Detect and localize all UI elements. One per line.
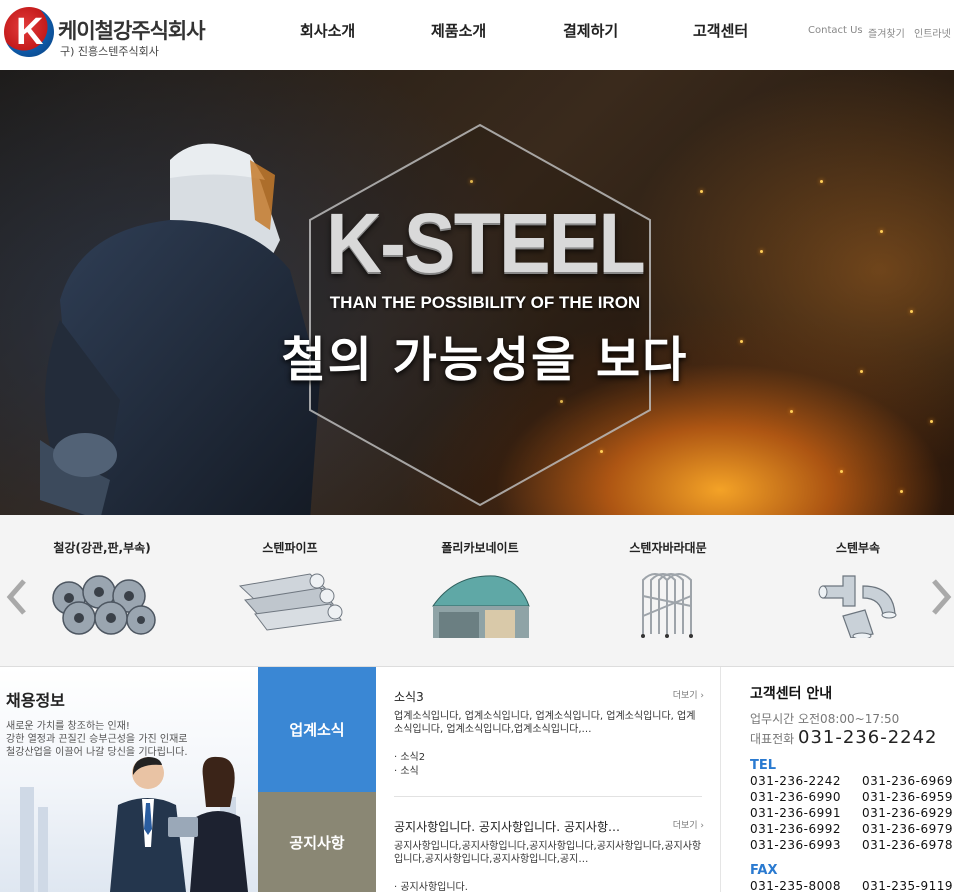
nav-item-products[interactable]: 제품소개 [431, 20, 486, 41]
recruit-panel[interactable]: 채용정보 새로운 가치를 창조하는 인재! 강한 열정과 끈질긴 승부근성을 가… [0, 667, 258, 892]
product-label: 스텐부속 [835, 541, 881, 555]
tel-number: 031-236-6959 [862, 790, 954, 804]
tel-number: 031-236-6929 [862, 806, 954, 820]
product-item-pipe[interactable]: 스텐파이프 [205, 539, 375, 638]
news-list-item[interactable]: · 소식 [394, 762, 419, 777]
tel-number: 031-236-6990 [750, 790, 842, 804]
tel-number: 031-236-6978 [862, 838, 954, 852]
rep-label: 대표전화 [750, 732, 795, 746]
news-tabs: 업계소식 공지사항 [258, 667, 384, 892]
notice-headline[interactable]: 공지사항입니다. 공지사항입니다. 공지사항… [394, 820, 620, 834]
hero-title: K-STEEL [326, 196, 646, 290]
product-item-polycarbonate[interactable]: 폴리카보네이트 [395, 539, 565, 638]
nav-item-company[interactable]: 회사소개 [300, 20, 355, 41]
industry-news-block: 소식3 더보기 › 업계소식입니다, 업계소식입니다, 업계소식입니다, 업계소… [394, 686, 704, 777]
product-item-steel[interactable]: 철강(강관,판,부속) [17, 539, 187, 638]
more-link[interactable]: 더보기 › [673, 818, 704, 831]
news-panel: 소식3 더보기 › 업계소식입니다, 업계소식입니다, 업계소식입니다, 업계소… [376, 667, 720, 892]
fax-number: 031-235-8008 [750, 879, 842, 892]
product-label: 스텐자바라대문 [629, 541, 707, 555]
product-item-fittings[interactable]: 스텐부속 [773, 539, 943, 638]
tel-number: 031-236-6993 [750, 838, 842, 852]
tel-heading: TEL [750, 758, 777, 773]
company-logo[interactable]: K 케이철강주식회사 구) 진흥스텐주식회사 [4, 5, 224, 61]
cs-title: 고객센터 안내 [750, 686, 833, 702]
tel-number: 031-236-6969 [862, 774, 954, 788]
more-link[interactable]: 더보기 › [673, 688, 704, 701]
util-link-intranet[interactable]: 인트라넷 [914, 25, 951, 40]
rep-number: 031-236-2242 [798, 727, 938, 748]
notice-list-item[interactable]: · 공지사항입니다. [394, 878, 468, 892]
tab-industry-news[interactable]: 업계소식 [258, 667, 384, 792]
pipe-fittings-icon [818, 575, 897, 638]
customer-center-panel: 고객센터 안내 업무시간 오전08:00~17:50 대표전화 031-236-… [720, 667, 954, 892]
util-link-contact[interactable]: Contact Us [808, 25, 863, 36]
news-headline[interactable]: 소식3 [394, 690, 424, 704]
fax-heading: FAX [750, 863, 778, 878]
folding-gate-icon [641, 573, 693, 638]
tel-number: 031-236-6992 [750, 822, 842, 836]
site-header: K 케이철강주식회사 구) 진흥스텐주식회사 회사소개 제품소개 결제하기 고객… [0, 0, 954, 70]
business-hours: 업무시간 오전08:00~17:50 [750, 712, 900, 726]
notice-block: 공지사항입니다. 공지사항입니다. 공지사항… 더보기 › 공지사항입니다,공지… [394, 816, 704, 892]
nav-item-payment[interactable]: 결제하기 [563, 20, 618, 41]
steel-coils-icon [52, 575, 156, 635]
hexagon-frame [309, 123, 651, 507]
product-carousel: 철강(강관,판,부속) 스텐파이프 폴리카보네이트 스텐자바라대문 스텐부속 [0, 515, 954, 667]
news-list-item[interactable]: · 소식2 [394, 748, 425, 763]
hero-slogan: 철의 가능성을 보다 [281, 332, 689, 388]
recruit-title: 채용정보 [6, 691, 65, 710]
logo-letter: K [16, 11, 44, 53]
fax-number: 031-235-9119 [862, 879, 954, 892]
product-item-folding-gate[interactable]: 스텐자바라대문 [583, 539, 753, 638]
product-label: 폴리카보네이트 [441, 541, 519, 555]
nav-item-support[interactable]: 고객센터 [693, 20, 748, 41]
product-label: 철강(강관,판,부속) [53, 541, 151, 555]
hero-subtitle: THAN THE POSSIBILITY OF THE IRON [329, 293, 641, 312]
product-label: 스텐파이프 [262, 541, 318, 555]
polycarbonate-canopy-icon [432, 575, 530, 638]
hero-banner: K-STEEL THAN THE POSSIBILITY OF THE IRON… [0, 70, 954, 515]
util-link-bookmark[interactable]: 즐겨찾기 [868, 25, 905, 40]
news-summary: 업계소식입니다, 업계소식입니다, 업계소식입니다, 업계소식입니다, 업계소식… [394, 711, 696, 735]
steel-pipes-icon [238, 573, 343, 631]
company-name: 케이철강주식회사 [58, 19, 206, 43]
divider [394, 796, 702, 797]
notice-summary: 공지사항입니다,공지사항입니다,공지사항입니다,공지사항입니다,공지사항입니다,… [394, 841, 702, 865]
tel-number: 031-236-6991 [750, 806, 842, 820]
tab-notices[interactable]: 공지사항 [258, 792, 376, 892]
business-people-image [20, 756, 248, 892]
representative-phone: 대표전화 031-236-2242 [750, 727, 938, 748]
tel-number: 031-236-2242 [750, 774, 842, 788]
company-former-name: 구) 진흥스텐주식회사 [60, 45, 159, 58]
tel-number: 031-236-6979 [862, 822, 954, 836]
